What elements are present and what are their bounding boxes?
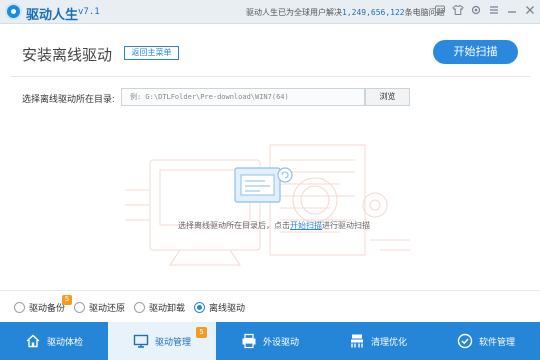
- nav-item-driver-check-label: 驱动体检: [46, 336, 83, 347]
- printer-icon: [242, 333, 256, 349]
- minimize-icon[interactable]: [505, 4, 518, 17]
- clean-icon: [350, 334, 363, 348]
- nav-item-clean-optimize[interactable]: 清理优化: [324, 322, 432, 360]
- option-offline-driver-label: 离线驱动: [209, 302, 246, 313]
- radio-driver-restore[interactable]: [74, 301, 85, 313]
- monitor-sync-icon: [234, 167, 293, 203]
- hint-text-before: 选择离线驱动所在目录后，点击: [178, 221, 290, 230]
- start-scan-button[interactable]: 开始扫描: [433, 40, 518, 64]
- menu-icon[interactable]: [487, 4, 500, 17]
- option-driver-backup[interactable]: 驱动备份: [14, 300, 65, 314]
- page-title: 安装离线驱动: [22, 47, 113, 64]
- scan-hint: 选择离线驱动所在目录后，点击开始扫描进行驱动扫描: [178, 220, 370, 231]
- header-divider: [10, 76, 530, 77]
- radio-driver-backup[interactable]: [14, 301, 25, 313]
- nav-item-driver-manage[interactable]: 驱动管理 5: [108, 322, 216, 360]
- message-icon[interactable]: [433, 4, 446, 17]
- nav-item-software-manage[interactable]: 软件管理: [432, 322, 540, 360]
- option-driver-restore[interactable]: 驱动还原: [74, 300, 125, 314]
- home-icon: [26, 334, 40, 348]
- slogan-count: 1,249,656,122: [342, 8, 405, 17]
- option-driver-uninstall[interactable]: 驱动卸载: [134, 300, 185, 314]
- nav-item-clean-optimize-label: 清理优化: [370, 336, 407, 347]
- backup-count-badge: 5: [62, 295, 72, 305]
- software-icon: [457, 333, 473, 349]
- hint-text-after: 进行驱动扫描: [322, 221, 370, 230]
- radio-offline-driver[interactable]: [194, 301, 205, 313]
- nav-item-driver-manage-label: 驱动管理: [154, 336, 191, 347]
- slogan: 驱动人生已为全球用户解决1,249,656,122条电脑问题: [246, 7, 445, 18]
- directory-input[interactable]: 例: G:\DTLFolder\Pre-download\WIN7(64): [121, 88, 365, 106]
- close-icon[interactable]: [523, 4, 536, 17]
- bottom-nav: 驱动体检 驱动管理 5 外设驱动 清理优化 软件管理: [0, 322, 540, 360]
- hint-scan-link[interactable]: 开始扫描: [290, 221, 322, 230]
- options-divider: [0, 290, 540, 291]
- nav-item-peripheral-driver[interactable]: 外设驱动: [216, 322, 324, 360]
- title-bar: 驱动人生 v7.1 驱动人生已为全球用户解决1,249,656,122条电脑问题: [0, 0, 540, 24]
- option-offline-driver[interactable]: 离线驱动: [194, 300, 245, 314]
- settings-icon[interactable]: [469, 4, 482, 17]
- back-to-main-button[interactable]: 返回主菜单: [124, 46, 179, 60]
- nav-driver-manage-badge: 5: [196, 327, 207, 338]
- monitor-icon: [133, 334, 149, 348]
- browse-button[interactable]: 浏览: [365, 88, 410, 106]
- app-version: v7.1: [78, 7, 100, 17]
- radio-driver-uninstall[interactable]: [134, 301, 145, 313]
- app-logo-icon: [5, 3, 22, 20]
- tshirt-skin-icon[interactable]: [451, 4, 464, 17]
- app-name: 驱动人生: [26, 7, 79, 22]
- window-controls: [433, 4, 536, 17]
- directory-label: 选择离线驱动所在目录:: [22, 94, 115, 104]
- nav-item-driver-check[interactable]: 驱动体检: [0, 322, 108, 360]
- nav-item-peripheral-driver-label: 外设驱动: [262, 336, 299, 347]
- empty-state-illustration: [125, 144, 410, 266]
- nav-item-software-manage-label: 软件管理: [478, 336, 515, 347]
- slogan-prefix: 驱动人生已为全球用户解决: [246, 8, 342, 17]
- option-driver-uninstall-label: 驱动卸载: [149, 302, 186, 313]
- option-driver-backup-label: 驱动备份: [29, 302, 66, 313]
- option-driver-restore-label: 驱动还原: [89, 302, 126, 313]
